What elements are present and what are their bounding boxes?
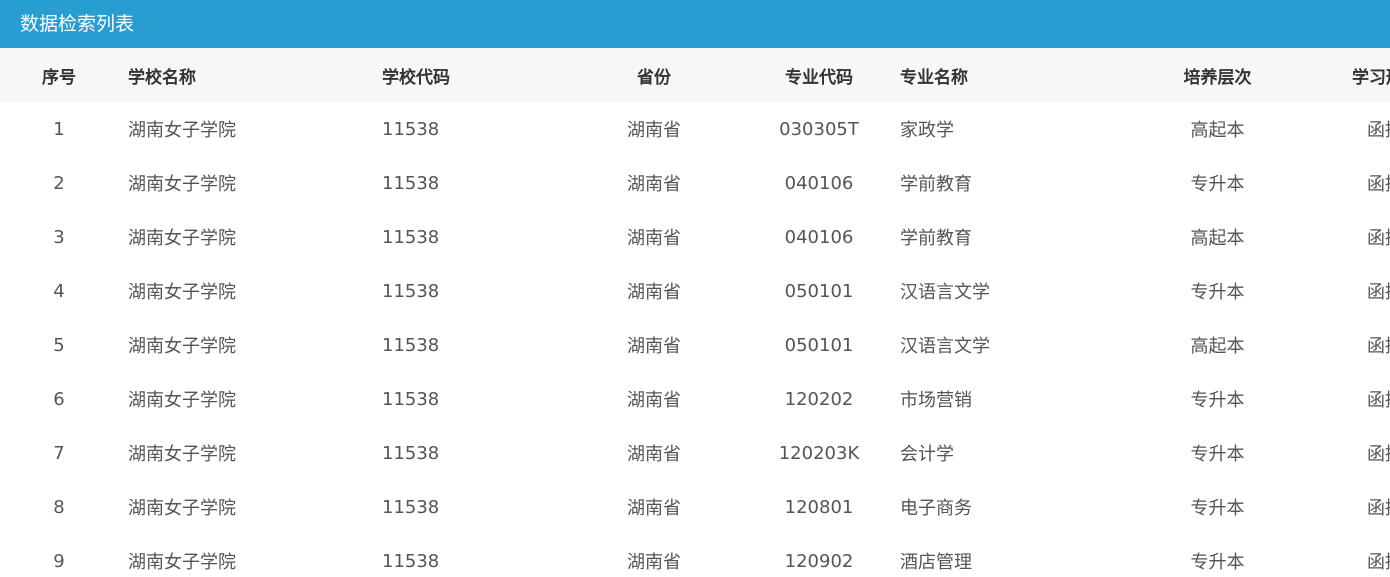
cell-study-form: 函授 [1367, 552, 1390, 573]
cell-province: 湖南省 [627, 498, 681, 519]
cell-province: 湖南省 [627, 120, 681, 141]
cell-school-code: 11538 [382, 496, 440, 518]
cell-index: 5 [53, 334, 65, 356]
cell-major-name: 汉语言文学 [900, 336, 990, 357]
cell-level: 专升本 [1190, 174, 1245, 195]
cell-study-form: 函授 [1367, 498, 1390, 519]
cell-school-name: 湖南女子学院 [128, 390, 236, 411]
cell-major-code: 050101 [784, 280, 854, 302]
cell-school-code: 11538 [382, 280, 440, 302]
cell-major-code: 120902 [784, 550, 854, 572]
cell-major-code: 120801 [784, 496, 854, 518]
cell-school-name: 湖南女子学院 [128, 498, 236, 519]
col-header-index[interactable]: 序号 [0, 48, 118, 102]
cell-school-name: 湖南女子学院 [128, 444, 236, 465]
cell-province: 湖南省 [627, 390, 681, 411]
cell-province: 湖南省 [627, 228, 681, 249]
cell-index: 6 [53, 388, 65, 410]
col-header-study-form[interactable]: 学习形式 [1305, 48, 1390, 102]
cell-level: 高起本 [1190, 228, 1245, 249]
cell-index: 1 [53, 118, 65, 140]
table-row[interactable]: 6 湖南女子学院 11538 湖南省 120202 市场营销 专升本 函授 [0, 372, 1390, 426]
cell-major-name: 市场营销 [900, 390, 972, 411]
cell-school-name: 湖南女子学院 [128, 120, 236, 141]
cell-index: 9 [53, 550, 65, 572]
cell-study-form: 函授 [1367, 228, 1390, 249]
data-search-panel: 数据检索列表 序号 学校名称 学校代码 省份 专业代码 专业名称 培养层次 学习… [0, 0, 1390, 577]
cell-study-form: 函授 [1367, 282, 1390, 303]
cell-school-code: 11538 [382, 172, 440, 194]
cell-major-name: 学前教育 [900, 228, 972, 249]
cell-school-name: 湖南女子学院 [128, 174, 236, 195]
cell-school-code: 11538 [382, 226, 440, 248]
table-row[interactable]: 5 湖南女子学院 11538 湖南省 050101 汉语言文学 高起本 函授 [0, 318, 1390, 372]
cell-level: 高起本 [1190, 120, 1245, 141]
cell-province: 湖南省 [627, 282, 681, 303]
table-row[interactable]: 7 湖南女子学院 11538 湖南省 120203K 会计学 专升本 函授 [0, 426, 1390, 480]
cell-major-code: 050101 [784, 334, 854, 356]
cell-major-code: 030305T [779, 118, 859, 140]
cell-province: 湖南省 [627, 444, 681, 465]
cell-index: 2 [53, 172, 65, 194]
panel-title: 数据检索列表 [0, 0, 1390, 48]
cell-major-name: 酒店管理 [900, 552, 972, 573]
cell-level: 专升本 [1190, 552, 1245, 573]
cell-school-code: 11538 [382, 550, 440, 572]
cell-major-code: 040106 [784, 226, 854, 248]
cell-major-code: 040106 [784, 172, 854, 194]
cell-index: 8 [53, 496, 65, 518]
table-row[interactable]: 2 湖南女子学院 11538 湖南省 040106 学前教育 专升本 函授 [0, 156, 1390, 210]
cell-study-form: 函授 [1367, 390, 1390, 411]
cell-level: 专升本 [1190, 282, 1245, 303]
cell-level: 高起本 [1190, 336, 1245, 357]
col-header-school-name[interactable]: 学校名称 [118, 48, 372, 102]
cell-study-form: 函授 [1367, 120, 1390, 141]
cell-index: 3 [53, 226, 65, 248]
table-row[interactable]: 1 湖南女子学院 11538 湖南省 030305T 家政学 高起本 函授 [0, 102, 1390, 156]
cell-school-name: 湖南女子学院 [128, 552, 236, 573]
cell-study-form: 函授 [1367, 444, 1390, 465]
cell-school-code: 11538 [382, 442, 440, 464]
table-header-row: 序号 学校名称 学校代码 省份 专业代码 专业名称 培养层次 学习形式 [0, 48, 1390, 102]
col-header-level[interactable]: 培养层次 [1130, 48, 1305, 102]
table-row[interactable]: 3 湖南女子学院 11538 湖南省 040106 学前教育 高起本 函授 [0, 210, 1390, 264]
col-header-major-code[interactable]: 专业代码 [748, 48, 890, 102]
cell-major-code: 120203K [778, 442, 860, 464]
col-header-province[interactable]: 省份 [560, 48, 748, 102]
cell-school-code: 11538 [382, 118, 440, 140]
cell-level: 专升本 [1190, 390, 1245, 411]
cell-school-name: 湖南女子学院 [128, 282, 236, 303]
cell-school-code: 11538 [382, 334, 440, 356]
results-table: 序号 学校名称 学校代码 省份 专业代码 专业名称 培养层次 学习形式 1 湖南女… [0, 48, 1390, 577]
cell-level: 专升本 [1190, 498, 1245, 519]
cell-school-name: 湖南女子学院 [128, 228, 236, 249]
col-header-school-code[interactable]: 学校代码 [372, 48, 560, 102]
cell-study-form: 函授 [1367, 174, 1390, 195]
table-body: 1湖南女子学院11538湖南省030305T家政学高起本函授2湖南女子学院115… [0, 102, 1390, 577]
table-row[interactable]: 8 湖南女子学院 11538 湖南省 120801 电子商务 专升本 函授 [0, 480, 1390, 534]
cell-major-name: 会计学 [900, 444, 954, 465]
cell-level: 专升本 [1190, 444, 1245, 465]
cell-province: 湖南省 [627, 174, 681, 195]
cell-school-name: 湖南女子学院 [128, 336, 236, 357]
cell-major-code: 120202 [784, 388, 854, 410]
cell-major-name: 学前教育 [900, 174, 972, 195]
cell-major-name: 汉语言文学 [900, 282, 990, 303]
col-header-major-name[interactable]: 专业名称 [890, 48, 1130, 102]
cell-index: 7 [53, 442, 65, 464]
cell-index: 4 [53, 280, 65, 302]
table-row[interactable]: 9 湖南女子学院 11538 湖南省 120902 酒店管理 专升本 函授 [0, 534, 1390, 577]
cell-study-form: 函授 [1367, 336, 1390, 357]
cell-province: 湖南省 [627, 552, 681, 573]
cell-province: 湖南省 [627, 336, 681, 357]
cell-school-code: 11538 [382, 388, 440, 410]
table-row[interactable]: 4 湖南女子学院 11538 湖南省 050101 汉语言文学 专升本 函授 [0, 264, 1390, 318]
cell-major-name: 家政学 [900, 120, 954, 141]
cell-major-name: 电子商务 [900, 498, 972, 519]
